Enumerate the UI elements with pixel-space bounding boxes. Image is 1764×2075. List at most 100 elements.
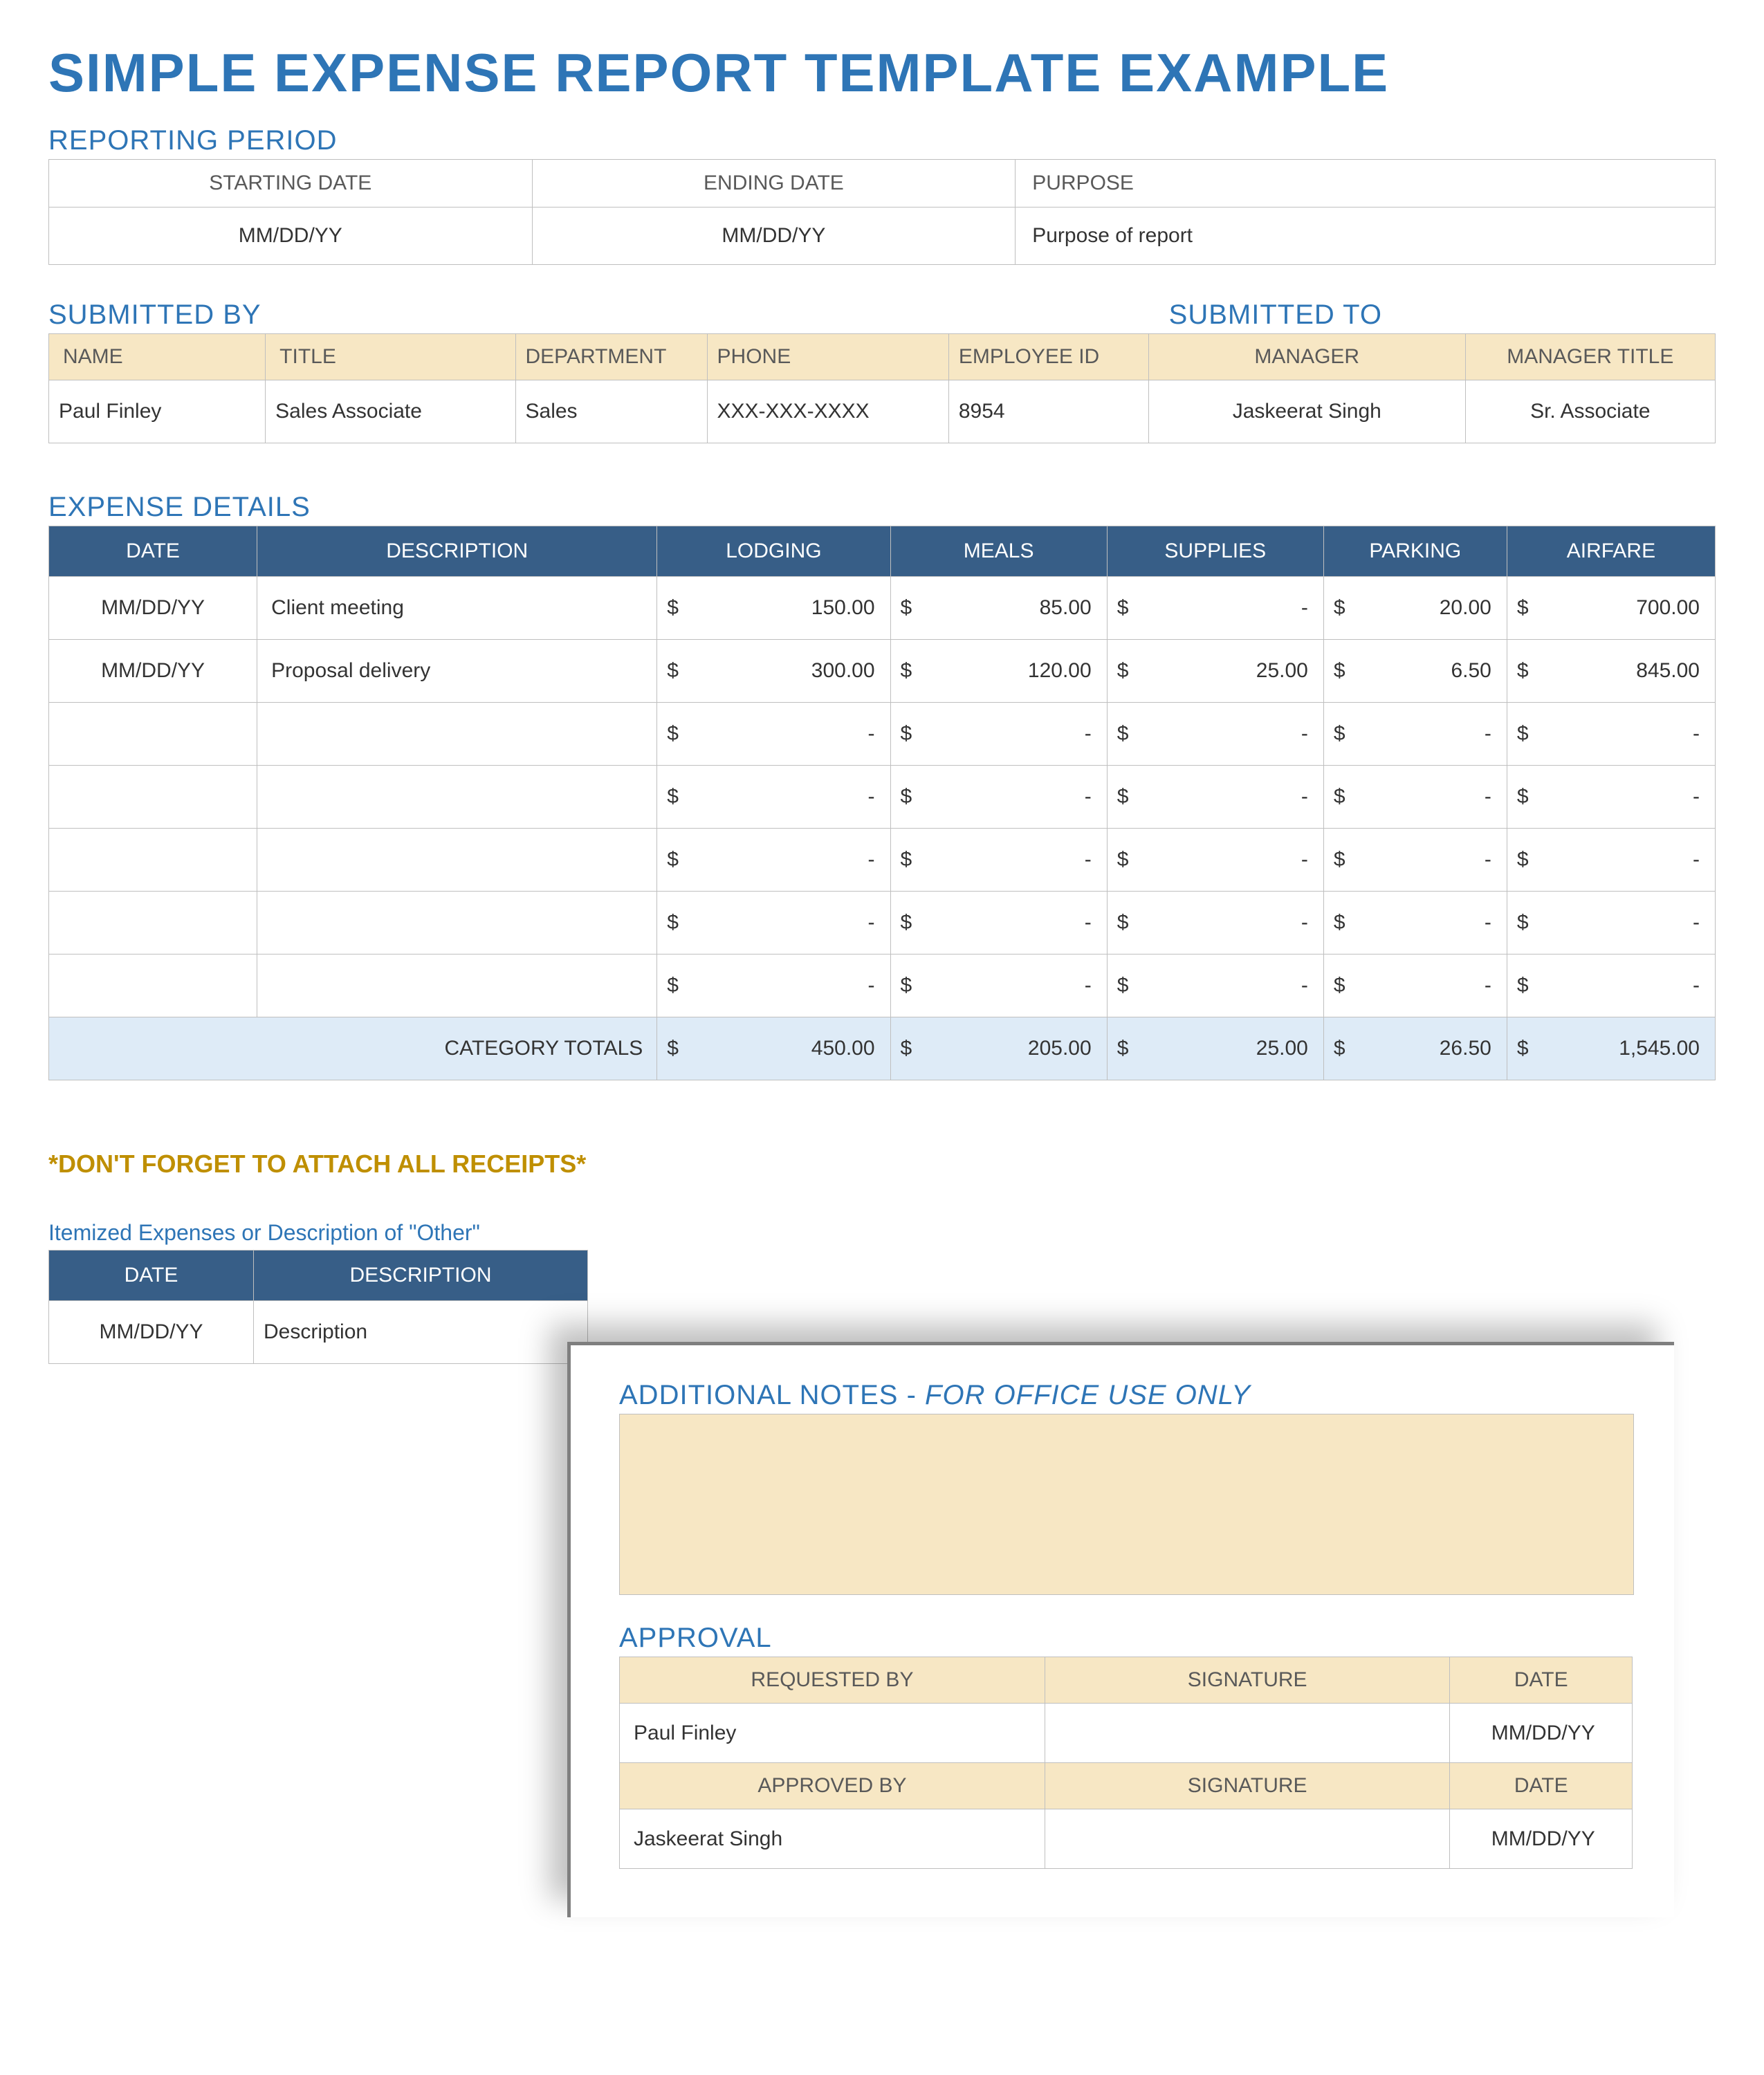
col-airfare: AIRFARE bbox=[1507, 526, 1715, 577]
expense-lodging[interactable]: $- bbox=[657, 954, 890, 1017]
expense-lodging[interactable]: $- bbox=[657, 766, 890, 829]
itemized-date[interactable]: MM/DD/YY bbox=[49, 1301, 254, 1364]
submitted-manager-title[interactable]: Sr. Associate bbox=[1465, 380, 1715, 443]
expense-date[interactable] bbox=[49, 766, 257, 829]
expense-parking[interactable]: $- bbox=[1323, 766, 1507, 829]
reporting-period-table: STARTING DATE ENDING DATE PURPOSE MM/DD/… bbox=[48, 159, 1716, 265]
expense-supplies[interactable]: $- bbox=[1107, 766, 1323, 829]
itemized-description[interactable]: Description bbox=[254, 1301, 588, 1364]
section-itemized: Itemized Expenses or Description of "Oth… bbox=[48, 1220, 1716, 1246]
total-parking: $26.50 bbox=[1323, 1017, 1507, 1080]
expense-meals[interactable]: $- bbox=[890, 829, 1107, 892]
expense-date[interactable] bbox=[49, 703, 257, 766]
expense-parking[interactable]: $20.00 bbox=[1323, 577, 1507, 640]
requested-signature[interactable] bbox=[1045, 1704, 1450, 1763]
col-date1: DATE bbox=[1450, 1657, 1633, 1704]
submitted-eid[interactable]: 8954 bbox=[948, 380, 1148, 443]
expense-supplies[interactable]: $- bbox=[1107, 829, 1323, 892]
total-lodging: $450.00 bbox=[657, 1017, 890, 1080]
total-airfare: $1,545.00 bbox=[1507, 1017, 1715, 1080]
expense-parking[interactable]: $- bbox=[1323, 829, 1507, 892]
expense-date[interactable] bbox=[49, 829, 257, 892]
expense-airfare[interactable]: $700.00 bbox=[1507, 577, 1715, 640]
expense-row: $-$-$-$-$- bbox=[49, 892, 1716, 954]
col-desc-itemized: DESCRIPTION bbox=[254, 1251, 588, 1301]
submitted-title[interactable]: Sales Associate bbox=[266, 380, 515, 443]
expense-desc[interactable]: Proposal delivery bbox=[257, 640, 657, 703]
expense-desc[interactable]: Client meeting bbox=[257, 577, 657, 640]
requested-by-name[interactable]: Paul Finley bbox=[620, 1704, 1045, 1763]
expense-date[interactable]: MM/DD/YY bbox=[49, 640, 257, 703]
col-meals: MEALS bbox=[890, 526, 1107, 577]
expense-airfare[interactable]: $845.00 bbox=[1507, 640, 1715, 703]
expense-supplies[interactable]: $- bbox=[1107, 892, 1323, 954]
col-parking: PARKING bbox=[1323, 526, 1507, 577]
expense-supplies[interactable]: $- bbox=[1107, 703, 1323, 766]
office-use-panel: ADDITIONAL NOTES - FOR OFFICE USE ONLY A… bbox=[567, 1342, 1674, 1917]
expense-parking[interactable]: $- bbox=[1323, 892, 1507, 954]
expense-desc[interactable] bbox=[257, 766, 657, 829]
section-expense-details: EXPENSE DETAILS bbox=[48, 492, 1716, 523]
expense-row: $-$-$-$-$- bbox=[49, 954, 1716, 1017]
expense-airfare[interactable]: $- bbox=[1507, 892, 1715, 954]
col-phone: PHONE bbox=[707, 334, 948, 380]
expense-lodging[interactable]: $- bbox=[657, 829, 890, 892]
requested-date[interactable]: MM/DD/YY bbox=[1450, 1704, 1633, 1763]
expense-airfare[interactable]: $- bbox=[1507, 766, 1715, 829]
expense-row: MM/DD/YYProposal delivery$300.00$120.00$… bbox=[49, 640, 1716, 703]
col-date: DATE bbox=[49, 526, 257, 577]
expense-desc[interactable] bbox=[257, 892, 657, 954]
expense-parking[interactable]: $6.50 bbox=[1323, 640, 1507, 703]
receipts-reminder: *DON'T FORGET TO ATTACH ALL RECEIPTS* bbox=[48, 1150, 1716, 1179]
expense-supplies[interactable]: $25.00 bbox=[1107, 640, 1323, 703]
expense-airfare[interactable]: $- bbox=[1507, 703, 1715, 766]
approval-table: REQUESTED BY SIGNATURE DATE Paul Finley … bbox=[619, 1657, 1633, 1869]
submitted-phone[interactable]: XXX-XXX-XXXX bbox=[707, 380, 948, 443]
expense-desc[interactable] bbox=[257, 954, 657, 1017]
expense-airfare[interactable]: $- bbox=[1507, 829, 1715, 892]
submitted-name[interactable]: Paul Finley bbox=[49, 380, 266, 443]
expense-desc[interactable] bbox=[257, 829, 657, 892]
category-totals-label: CATEGORY TOTALS bbox=[49, 1017, 657, 1080]
expense-parking[interactable]: $- bbox=[1323, 954, 1507, 1017]
expense-desc[interactable] bbox=[257, 703, 657, 766]
approved-signature[interactable] bbox=[1045, 1809, 1450, 1869]
expense-meals[interactable]: $- bbox=[890, 954, 1107, 1017]
expense-parking[interactable]: $- bbox=[1323, 703, 1507, 766]
expense-date[interactable] bbox=[49, 954, 257, 1017]
section-additional-notes: ADDITIONAL NOTES - FOR OFFICE USE ONLY bbox=[619, 1380, 1633, 1411]
expense-meals[interactable]: $85.00 bbox=[890, 577, 1107, 640]
col-description: DESCRIPTION bbox=[257, 526, 657, 577]
expense-meals[interactable]: $- bbox=[890, 892, 1107, 954]
expense-lodging[interactable]: $- bbox=[657, 892, 890, 954]
expense-date[interactable]: MM/DD/YY bbox=[49, 577, 257, 640]
expense-meals[interactable]: $120.00 bbox=[890, 640, 1107, 703]
expense-meals[interactable]: $- bbox=[890, 766, 1107, 829]
expense-supplies[interactable]: $- bbox=[1107, 577, 1323, 640]
col-signature1: SIGNATURE bbox=[1045, 1657, 1450, 1704]
expense-lodging[interactable]: $- bbox=[657, 703, 890, 766]
submitted-manager[interactable]: Jaskeerat Singh bbox=[1148, 380, 1465, 443]
section-approval: APPROVAL bbox=[619, 1623, 1633, 1654]
expense-lodging[interactable]: $150.00 bbox=[657, 577, 890, 640]
col-starting-date: STARTING DATE bbox=[49, 160, 533, 208]
starting-date[interactable]: MM/DD/YY bbox=[49, 208, 533, 265]
expense-date[interactable] bbox=[49, 892, 257, 954]
col-name: NAME bbox=[49, 334, 266, 380]
col-requested-by: REQUESTED BY bbox=[620, 1657, 1045, 1704]
expense-airfare[interactable]: $- bbox=[1507, 954, 1715, 1017]
notes-box[interactable] bbox=[619, 1414, 1634, 1595]
col-signature2: SIGNATURE bbox=[1045, 1763, 1450, 1809]
approved-date[interactable]: MM/DD/YY bbox=[1450, 1809, 1633, 1869]
col-ending-date: ENDING DATE bbox=[532, 160, 1016, 208]
purpose[interactable]: Purpose of report bbox=[1016, 208, 1716, 265]
expense-lodging[interactable]: $300.00 bbox=[657, 640, 890, 703]
ending-date[interactable]: MM/DD/YY bbox=[532, 208, 1016, 265]
approved-by-name[interactable]: Jaskeerat Singh bbox=[620, 1809, 1045, 1869]
submitted-dept[interactable]: Sales bbox=[515, 380, 707, 443]
section-reporting-period: REPORTING PERIOD bbox=[48, 125, 1716, 156]
expense-meals[interactable]: $- bbox=[890, 703, 1107, 766]
expense-details-table: DATE DESCRIPTION LODGING MEALS SUPPLIES … bbox=[48, 526, 1716, 1080]
col-date-itemized: DATE bbox=[49, 1251, 254, 1301]
expense-supplies[interactable]: $- bbox=[1107, 954, 1323, 1017]
